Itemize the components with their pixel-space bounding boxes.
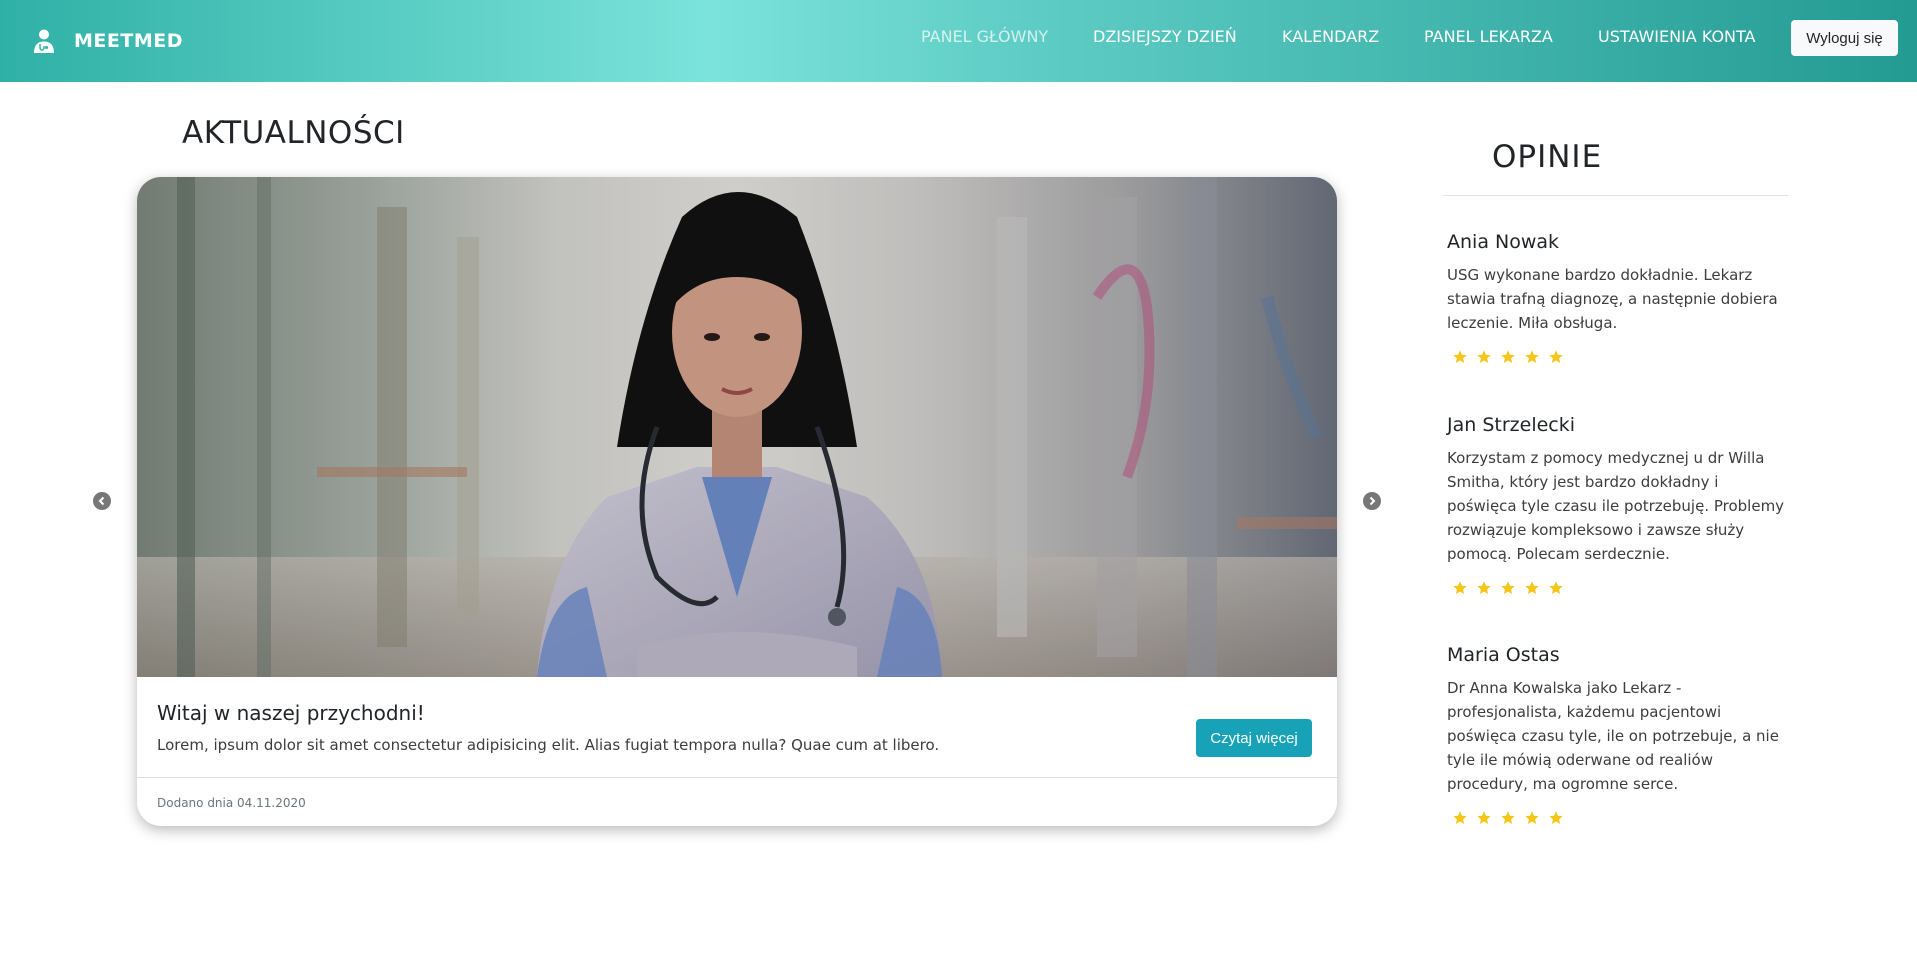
star-icon (1549, 581, 1563, 594)
review-text: USG wykonane bardzo dokładnie. Lekarz st… (1447, 266, 1778, 332)
nav-link-ustawienia-konta[interactable]: USTAWIENIA KONTA (1598, 27, 1756, 46)
review-rating (1452, 580, 1787, 596)
star-icon (1477, 811, 1491, 824)
main-nav: PANEL GŁÓWNY DZISIEJSZY DZIEŃ KALENDARZ … (0, 0, 1917, 76)
star-icon (1501, 581, 1515, 594)
star-icon (1525, 581, 1539, 594)
review-rating (1452, 349, 1787, 365)
news-card-footer: Dodano dnia 04.11.2020 (137, 777, 1337, 826)
review-item: Ania Nowak USG wykonane bardzo dokładnie… (1447, 231, 1787, 365)
carousel-prev-button[interactable] (93, 492, 111, 510)
star-icon (1477, 581, 1491, 594)
news-card: Witaj w naszej przychodni! Lorem, ipsum … (137, 177, 1337, 826)
review-text: Dr Anna Kowalska jako Lekarz - profesjon… (1447, 679, 1779, 793)
chevron-right-icon (1369, 496, 1376, 506)
star-icon (1501, 811, 1515, 824)
review-rating (1452, 810, 1787, 826)
review-text: Korzystam z pomocy medycznej u dr Willa … (1447, 449, 1785, 563)
nav-link-panel-glowny[interactable]: PANEL GŁÓWNY (921, 27, 1048, 46)
news-card-text: Lorem, ipsum dolor sit amet consectetur … (157, 736, 940, 754)
review-author: Maria Ostas (1447, 644, 1560, 666)
nav-link-panel-lekarza[interactable]: PANEL LEKARZA (1424, 27, 1553, 46)
nav-link-dzisiejszy-dzien[interactable]: DZISIEJSZY DZIEŃ (1093, 27, 1237, 46)
star-icon (1453, 811, 1467, 824)
nav-link-kalendarz[interactable]: KALENDARZ (1282, 27, 1379, 46)
reviews-divider (1443, 195, 1788, 196)
logout-button[interactable]: Wyloguj się (1791, 20, 1898, 56)
star-icon (1549, 811, 1563, 824)
review-author: Jan Strzelecki (1447, 414, 1576, 436)
star-icon (1453, 581, 1467, 594)
star-icon (1525, 811, 1539, 824)
star-icon (1453, 350, 1467, 363)
reviews-heading: OPINIE (1492, 139, 1603, 175)
read-more-button[interactable]: Czytaj więcej (1196, 719, 1312, 757)
star-icon (1549, 350, 1563, 363)
news-card-date: Dodano dnia 04.11.2020 (157, 796, 306, 810)
review-author: Ania Nowak (1447, 231, 1560, 253)
navbar: MEETMED PANEL GŁÓWNY DZISIEJSZY DZIEŃ KA… (0, 0, 1917, 82)
review-item: Jan Strzelecki Korzystam z pomocy medycz… (1447, 414, 1787, 596)
news-card-body: Witaj w naszej przychodni! Lorem, ipsum … (137, 677, 1337, 777)
doctor-photo (137, 177, 1337, 677)
carousel-next-button[interactable] (1363, 492, 1381, 510)
news-heading: AKTUALNOŚCI (182, 115, 405, 151)
chevron-left-icon (98, 496, 105, 506)
star-icon (1525, 350, 1539, 363)
star-icon (1501, 350, 1515, 363)
news-card-title: Witaj w naszej przychodni! (157, 701, 425, 725)
review-item: Maria Ostas Dr Anna Kowalska jako Lekarz… (1447, 644, 1787, 826)
star-icon (1477, 350, 1491, 363)
